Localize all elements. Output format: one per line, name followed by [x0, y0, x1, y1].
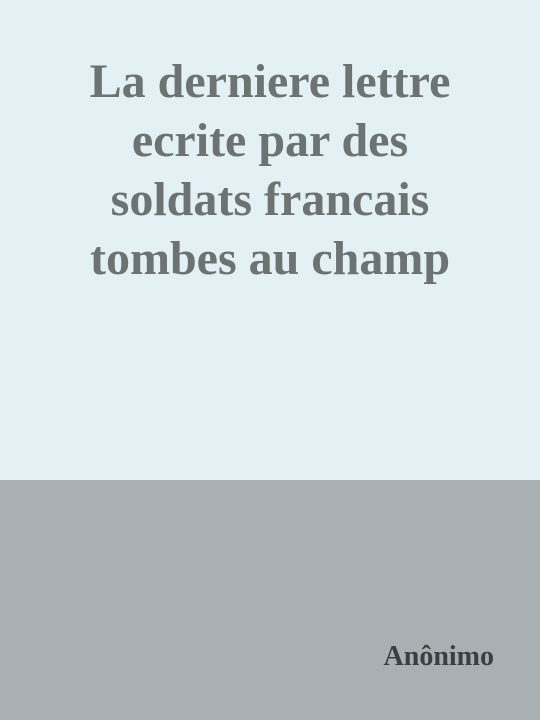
book-title: La derniere lettre ecrite par des soldat…: [20, 52, 520, 288]
cover-bottom-panel: [0, 480, 540, 720]
title-line-2: ecrite par des: [131, 114, 409, 167]
title-line-1: La derniere lettre: [89, 55, 451, 108]
book-author: Anônimo: [383, 641, 494, 672]
title-line-3: soldats francais: [110, 173, 430, 226]
book-cover: La derniere lettre ecrite par des soldat…: [0, 0, 540, 720]
title-line-4: tombes au champ: [89, 232, 451, 285]
